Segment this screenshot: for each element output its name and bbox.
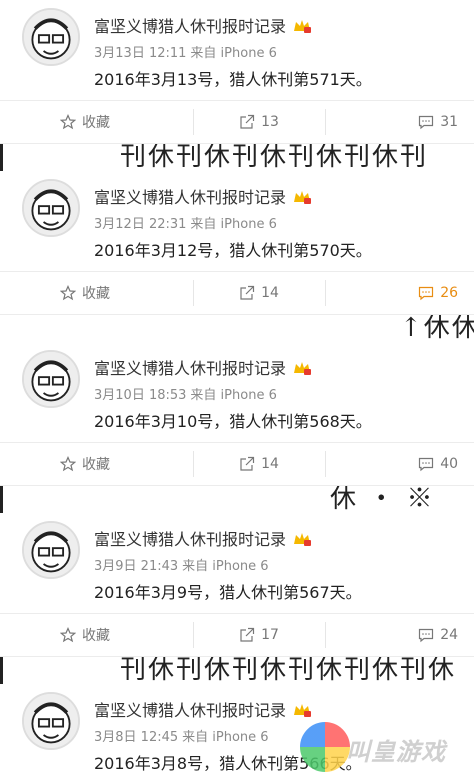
avatar[interactable] (22, 521, 80, 579)
post-date: 3月10日 18:53 (94, 388, 187, 403)
watermark: 叫皇游戏 (300, 722, 460, 774)
weibo-post: 富坚义博猎人休刊报时记录 3月13日 12:11 来自 iPhone 6 2016… (0, 0, 474, 144)
favorite-label: 收藏 (82, 457, 110, 473)
weibo-post: 富坚义博猎人休刊报时记录 3月10日 18:53 来自 iPhone 6 2016… (0, 342, 474, 486)
favorite-button[interactable]: 收藏 (0, 272, 193, 314)
comment-button[interactable]: 26 (325, 272, 474, 314)
comment-button[interactable]: 31 (325, 101, 474, 143)
star-icon (60, 285, 76, 301)
comment-icon (419, 115, 434, 130)
strip-glyphs: 刊休刊休刊休刊休刊休刊 (120, 144, 429, 172)
image-strip: 刊休刊休刊休刊休刊休刊 (0, 144, 474, 172)
weibo-post: 富坚义博猎人休刊报时记录 3月9日 21:43 来自 iPhone 6 2016年… (0, 513, 474, 657)
favorite-button[interactable]: 收藏 (0, 614, 193, 656)
repost-button[interactable]: 13 (192, 101, 326, 143)
repost-count: 14 (261, 285, 279, 301)
vip-crown-icon (294, 191, 312, 204)
repost-count: 13 (261, 114, 279, 130)
author-name[interactable]: 富坚义博猎人休刊报时记录 (94, 359, 286, 378)
strip-bar (0, 144, 3, 172)
vip-crown-icon (294, 362, 312, 375)
post-text: 2016年3月13号，猎人休刊第571天。 (94, 70, 372, 89)
action-bar: 收藏 17 24 (0, 613, 474, 657)
action-bar: 收藏 14 26 (0, 271, 474, 315)
avatar[interactable] (22, 8, 80, 66)
comment-count: 40 (440, 456, 459, 472)
share-icon (240, 627, 255, 642)
strip-glyphs: 刊休刊休刊休刊休刊休刊休 (120, 657, 457, 685)
watermark-text: 叫皇游戏 (346, 738, 446, 766)
avatar[interactable] (22, 692, 80, 750)
favorite-label: 收藏 (82, 286, 110, 302)
post-text: 2016年3月12号，猎人休刊第570天。 (94, 241, 372, 260)
comment-icon (419, 457, 434, 472)
strip-glyphs: 休 ・ ※ (330, 486, 435, 514)
comment-icon (419, 286, 434, 301)
watermark-logo-icon (300, 722, 350, 772)
repost-button[interactable]: 14 (192, 272, 326, 314)
image-strip: 休 ・ ※ (0, 486, 474, 514)
post-date: 3月12日 22:31 (94, 217, 187, 232)
weibo-post: 富坚义博猎人休刊报时记录 3月12日 22:31 来自 iPhone 6 2016… (0, 171, 474, 315)
vip-crown-icon (294, 533, 312, 546)
image-strip: ↑休休 (0, 315, 474, 343)
comment-icon (419, 628, 434, 643)
comment-count: 26 (440, 285, 459, 301)
action-bar: 收藏 13 31 (0, 100, 474, 144)
post-source: 来自 iPhone 6 (190, 388, 277, 403)
strip-glyphs: ↑休休 (400, 315, 474, 343)
share-icon (240, 114, 255, 129)
post-source: 来自 iPhone 6 (182, 559, 269, 574)
star-icon (60, 627, 76, 643)
image-strip: 刊休刊休刊休刊休刊休刊休 (0, 657, 474, 685)
favorite-label: 收藏 (82, 115, 110, 131)
comment-count: 31 (440, 114, 459, 130)
post-text: 2016年3月9号，猎人休刊第567天。 (94, 583, 362, 602)
vip-crown-icon (294, 20, 312, 33)
star-icon (60, 456, 76, 472)
share-icon (240, 456, 255, 471)
strip-bar (0, 486, 3, 514)
avatar[interactable] (22, 350, 80, 408)
share-icon (240, 285, 255, 300)
post-source: 来自 iPhone 6 (182, 730, 269, 745)
post-source: 来自 iPhone 6 (190, 217, 277, 232)
author-name[interactable]: 富坚义博猎人休刊报时记录 (94, 701, 286, 720)
author-name[interactable]: 富坚义博猎人休刊报时记录 (94, 530, 286, 549)
post-date: 3月9日 21:43 (94, 559, 179, 574)
vip-crown-icon (294, 704, 312, 717)
favorite-label: 收藏 (82, 628, 110, 644)
repost-button[interactable]: 14 (192, 443, 326, 485)
comment-count: 24 (440, 627, 459, 643)
post-text: 2016年3月10号，猎人休刊第568天。 (94, 412, 372, 431)
repost-button[interactable]: 17 (192, 614, 326, 656)
author-name[interactable]: 富坚义博猎人休刊报时记录 (94, 188, 286, 207)
favorite-button[interactable]: 收藏 (0, 443, 193, 485)
avatar[interactable] (22, 179, 80, 237)
repost-count: 14 (261, 456, 279, 472)
strip-bar (0, 657, 3, 685)
post-source: 来自 iPhone 6 (190, 46, 277, 61)
comment-button[interactable]: 24 (325, 614, 474, 656)
repost-count: 17 (261, 627, 279, 643)
author-name[interactable]: 富坚义博猎人休刊报时记录 (94, 17, 286, 36)
favorite-button[interactable]: 收藏 (0, 101, 193, 143)
star-icon (60, 114, 76, 130)
action-bar: 收藏 14 40 (0, 442, 474, 486)
comment-button[interactable]: 40 (325, 443, 474, 485)
post-date: 3月13日 12:11 (94, 46, 187, 61)
post-date: 3月8日 12:45 (94, 730, 179, 745)
